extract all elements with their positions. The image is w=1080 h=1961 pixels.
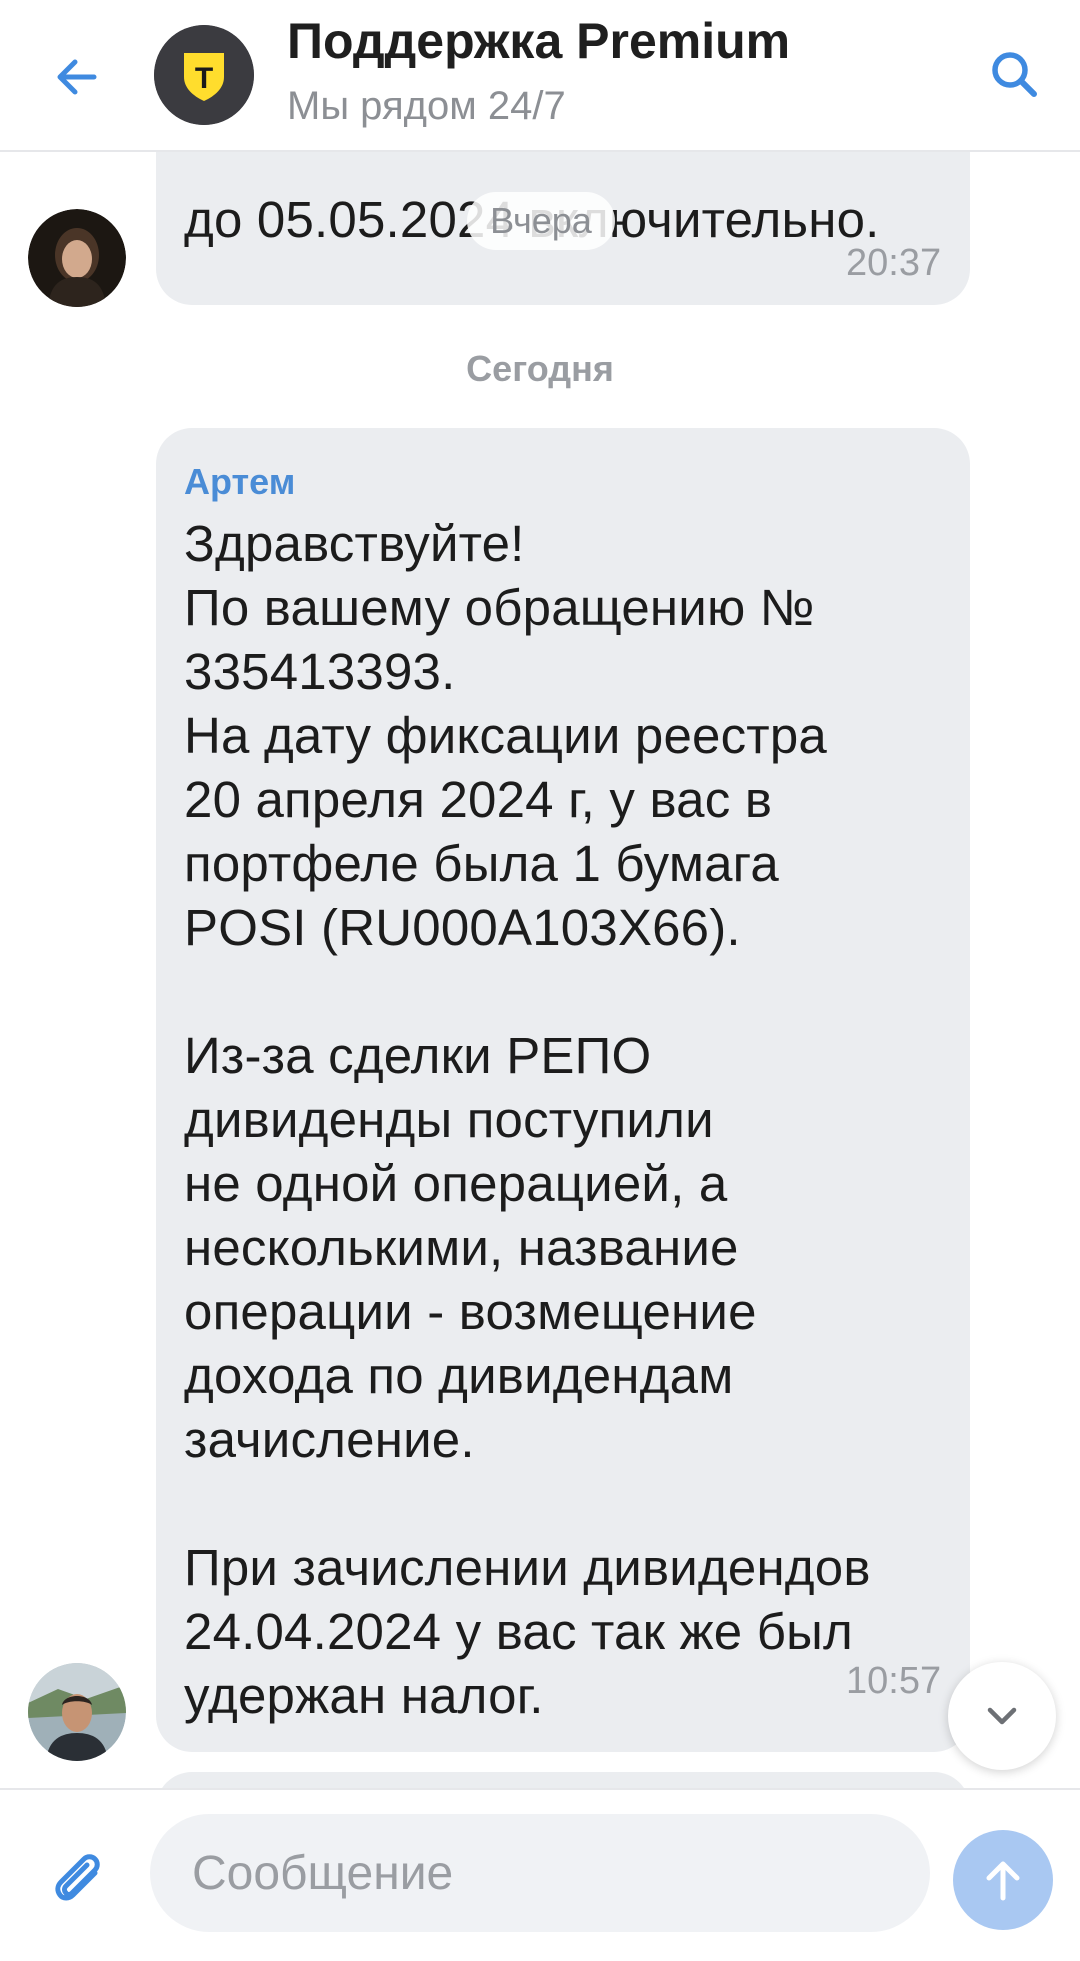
message-line: Из-за сделки РЕПО bbox=[184, 1027, 652, 1084]
chat-header: Т Поддержка Premium Мы рядом 24/7 bbox=[0, 0, 1080, 152]
message-line: При зачислении дивидендов bbox=[184, 1539, 871, 1596]
scroll-to-bottom-button[interactable] bbox=[948, 1662, 1056, 1770]
message-line: 335413393. bbox=[184, 643, 456, 700]
message-line: дохода по дивидендам bbox=[184, 1347, 734, 1404]
message-time: 20:37 bbox=[846, 242, 942, 284]
message-line: 20 апреля 2024 г, у вас в bbox=[184, 771, 773, 828]
message-line: На дату фиксации реестра bbox=[184, 707, 827, 764]
date-separator: Сегодня bbox=[466, 348, 614, 389]
agent-photo-icon bbox=[28, 1663, 126, 1761]
message-line: Здравствуйте! bbox=[184, 515, 525, 572]
message-line: портфеле была 1 бумага bbox=[184, 835, 779, 892]
message-bubble[interactable] bbox=[156, 1772, 970, 1788]
chevron-down-icon bbox=[987, 1707, 1017, 1725]
arrow-up-icon bbox=[986, 1861, 1020, 1901]
message-line: POSI (RU000A103X66). bbox=[184, 899, 741, 956]
message-line: дивиденды поступили bbox=[184, 1091, 714, 1148]
date-pill: Вчера bbox=[467, 192, 615, 250]
chat-subtitle: Мы рядом 24/7 bbox=[287, 84, 566, 128]
message-line: операции - возмещение bbox=[184, 1283, 757, 1340]
message-list[interactable]: до 05.05.2024 включительно. 20:37 Вчера … bbox=[0, 152, 1080, 1788]
message-line: зачисление. bbox=[184, 1411, 475, 1468]
message-time: 10:57 bbox=[846, 1660, 942, 1702]
arrow-left-icon bbox=[57, 59, 97, 95]
search-button[interactable] bbox=[978, 38, 1052, 112]
paperclip-icon bbox=[55, 1854, 100, 1901]
agent-avatar[interactable] bbox=[28, 1663, 126, 1761]
user-photo-icon bbox=[28, 209, 126, 307]
send-button[interactable] bbox=[953, 1830, 1053, 1930]
back-button[interactable] bbox=[40, 40, 114, 114]
message-bubble[interactable]: Артем Здравствуйте! По вашему обращению №… bbox=[156, 428, 970, 1752]
chat-screen: Т Поддержка Premium Мы рядом 24/7 до 05.… bbox=[0, 0, 1080, 1961]
sender-name: Артем bbox=[184, 461, 296, 502]
message-line: По вашему обращению № bbox=[184, 579, 815, 636]
chat-title: Поддержка Premium bbox=[287, 13, 791, 69]
message-line: не одной операцией, а bbox=[184, 1155, 728, 1212]
message-line: удержан налог. bbox=[184, 1667, 544, 1724]
bank-logo-icon: Т bbox=[154, 25, 254, 125]
message-input[interactable] bbox=[150, 1814, 930, 1932]
message-line: несколькими, название bbox=[184, 1219, 739, 1276]
logo-letter: Т bbox=[195, 62, 213, 95]
message-line: 24.04.2024 у вас так же был bbox=[184, 1603, 853, 1660]
search-icon bbox=[992, 52, 1037, 97]
support-avatar[interactable]: Т bbox=[154, 25, 254, 125]
attach-button[interactable] bbox=[44, 1838, 114, 1908]
message-composer bbox=[0, 1788, 1080, 1961]
user-avatar[interactable] bbox=[28, 209, 126, 307]
